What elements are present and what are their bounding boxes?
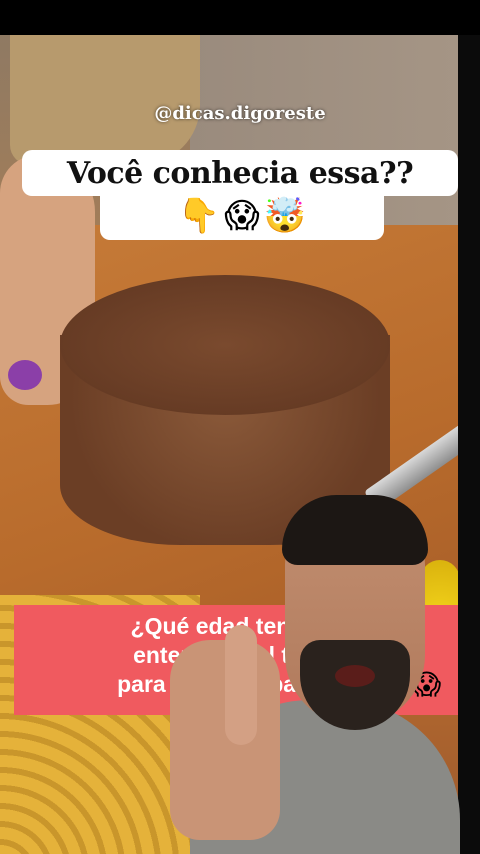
subtitle-line: para cortar el pan el e [117,671,355,697]
painted-nail [8,360,42,390]
right-black-bar [458,35,480,854]
cake-top [60,275,390,415]
subtitle-line: ¿Qué edad tenías c [130,613,342,639]
video-player[interactable]: @dicas.digoreste Você conhecia essa?? 👇 … [0,0,480,854]
creator-handle: @dicas.digoreste [154,103,326,124]
subtitle-text: ¿Qué edad tenías c enteraste del truco p… [14,612,458,699]
screaming-face-emoji-icon: 😱 [412,668,442,701]
emoji-box: 👇 😱 🤯 [100,192,384,240]
exploding-head-emoji-icon: 🤯 [263,196,307,236]
subtitle-line: enteraste del truco [133,642,339,668]
caption-box: Você conhecia essa?? [22,150,458,196]
cake [60,275,390,555]
caption-text: Você conhecia essa?? [66,155,414,191]
top-black-bar [0,0,480,35]
pointing-down-emoji-icon: 👇 [177,196,221,236]
sleeve [10,35,200,165]
screaming-face-emoji-icon: 😱 [224,196,260,236]
